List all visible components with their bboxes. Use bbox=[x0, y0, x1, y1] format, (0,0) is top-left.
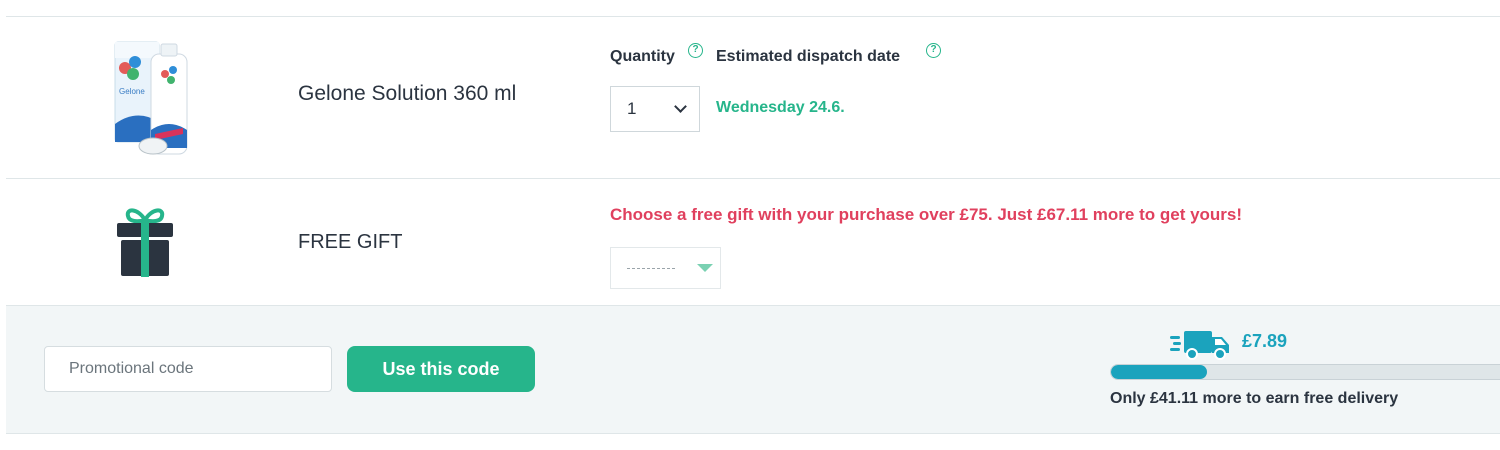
free-delivery-progress bbox=[1110, 364, 1500, 380]
product-name: Gelone Solution 360 ml bbox=[298, 82, 517, 105]
delivery-price: £7.89 bbox=[1242, 331, 1288, 351]
gift-icon bbox=[117, 208, 173, 277]
quantity-select[interactable]: 1 bbox=[610, 86, 700, 132]
chevron-down-icon bbox=[674, 100, 687, 113]
gift-select-placeholder bbox=[627, 268, 675, 269]
quantity-label: Quantity bbox=[610, 48, 675, 65]
dispatch-help-icon[interactable]: ? bbox=[926, 43, 941, 58]
free-delivery-progress-fill bbox=[1111, 365, 1207, 379]
product-brand: Gelone bbox=[119, 87, 145, 96]
free-delivery-message: Only £41.11 more to earn free delivery bbox=[1110, 390, 1399, 407]
product-image: Gelone bbox=[114, 41, 188, 155]
delivery-truck-icon bbox=[1170, 331, 1229, 360]
top-divider bbox=[6, 16, 1500, 17]
free-gift-message: Choose a free gift with your purchase ov… bbox=[610, 205, 1243, 224]
promo-code-input[interactable] bbox=[44, 346, 332, 392]
use-code-button[interactable]: Use this code bbox=[347, 346, 535, 392]
free-gift-label: FREE GIFT bbox=[298, 231, 403, 253]
dispatch-date-label: Estimated dispatch date bbox=[716, 48, 901, 65]
row-divider bbox=[6, 178, 1500, 179]
triangle-down-icon[interactable] bbox=[697, 264, 713, 272]
bottom-divider bbox=[6, 433, 1500, 434]
quantity-value: 1 bbox=[627, 99, 637, 118]
quantity-help-icon[interactable]: ? bbox=[688, 43, 703, 58]
dispatch-date: Wednesday 24.6. bbox=[716, 99, 845, 116]
